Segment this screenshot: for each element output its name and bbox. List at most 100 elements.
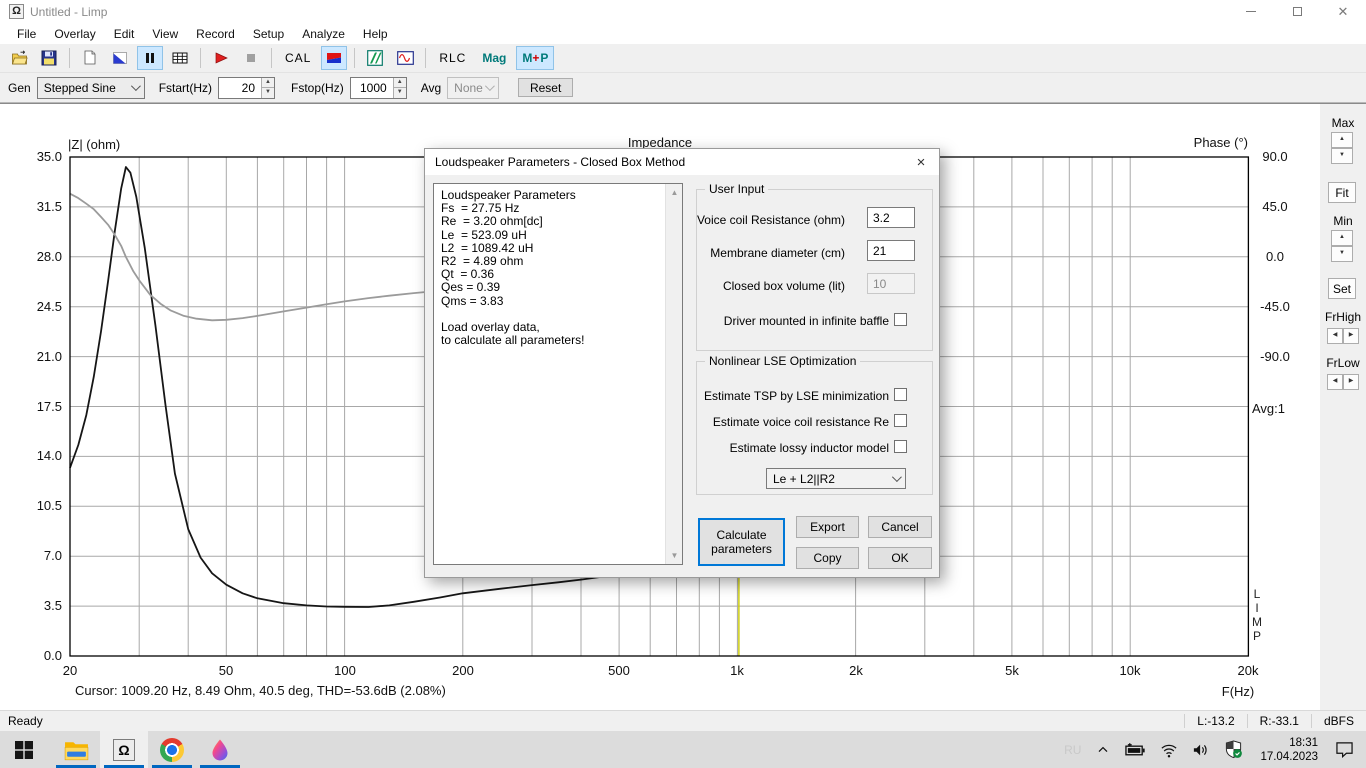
mag-plus-phase-mode-button[interactable]: M + P <box>516 46 555 70</box>
tray-time: 18:31 <box>1289 736 1318 749</box>
voice-coil-resistance-input[interactable]: 3.2 <box>867 207 915 228</box>
menu-help[interactable]: Help <box>354 25 397 43</box>
dialog-close-button[interactable]: × <box>903 149 939 175</box>
table-icon <box>172 52 188 64</box>
y-right-axis-title: Phase (°) <box>1193 135 1248 150</box>
fit-button[interactable]: Fit <box>1328 182 1356 203</box>
spin-down-icon[interactable]: ▼ <box>262 88 275 98</box>
spin-up-icon[interactable]: ▲ <box>262 77 275 88</box>
tray-chevron-button[interactable] <box>1095 742 1111 758</box>
spin-up-icon[interactable]: ▲ <box>393 77 406 88</box>
parameter-results-listbox[interactable]: Loudspeaker Parameters Fs = 27.75 Hz Re … <box>433 183 683 565</box>
taskbar-limp-active[interactable]: Ω <box>100 731 148 768</box>
overlay-manager-button[interactable] <box>362 46 388 70</box>
tray-network[interactable] <box>1160 742 1178 758</box>
new-overlay-icon <box>84 50 96 65</box>
save-button[interactable] <box>36 46 62 70</box>
cancel-button[interactable]: Cancel <box>868 516 932 538</box>
spin-left-icon[interactable]: ◀ <box>1327 374 1343 390</box>
frhigh-spinner[interactable]: ◀ ▶ <box>1327 328 1359 344</box>
estimate-tsp-checkbox[interactable] <box>894 388 907 401</box>
taskbar-chrome[interactable] <box>148 731 196 768</box>
export-label: Export <box>810 520 845 534</box>
fstop-spinner[interactable]: ▲ ▼ <box>392 77 406 98</box>
pause-button[interactable] <box>137 46 163 70</box>
calculate-parameters-button[interactable]: Calculate parameters <box>698 518 785 566</box>
spin-up-icon[interactable]: ▲ <box>1331 230 1353 246</box>
mag-phase-view-button[interactable] <box>321 46 348 70</box>
fstart-spinner[interactable]: ▲ ▼ <box>261 77 275 98</box>
action-center-button[interactable] <box>1335 741 1354 758</box>
spin-right-icon[interactable]: ▶ <box>1343 374 1359 390</box>
spin-down-icon[interactable]: ▼ <box>1331 246 1353 262</box>
fstop-input[interactable]: 1000 ▲ ▼ <box>349 76 407 99</box>
tray-defender[interactable] <box>1224 740 1243 759</box>
menu-view[interactable]: View <box>143 25 187 43</box>
language-indicator[interactable]: RU <box>1064 743 1081 757</box>
taskbar-file-explorer[interactable] <box>52 731 100 768</box>
scroll-down-icon[interactable]: ▼ <box>666 547 683 564</box>
mag-phase-split-icon <box>327 53 342 63</box>
y-right-tick-label: -45.0 <box>1260 299 1290 314</box>
export-button[interactable]: Export <box>796 516 859 538</box>
scroll-up-icon[interactable]: ▲ <box>666 184 683 201</box>
spin-down-icon[interactable]: ▼ <box>1331 148 1353 164</box>
spin-left-icon[interactable]: ◀ <box>1327 328 1343 344</box>
toolbar-separator <box>271 48 272 68</box>
ok-button[interactable]: OK <box>868 547 932 569</box>
open-button[interactable] <box>6 46 32 70</box>
reset-button[interactable]: Reset <box>518 78 574 97</box>
avg-label: Avg <box>420 80 442 95</box>
estimate-lossy-inductor-checkbox[interactable] <box>894 440 907 453</box>
new-overlay-button[interactable] <box>77 46 103 70</box>
minimize-button[interactable] <box>1228 0 1274 23</box>
copy-button[interactable]: Copy <box>796 547 859 569</box>
generator-type-select[interactable]: Stepped Sine <box>36 76 145 99</box>
chevron-down-icon <box>485 81 496 92</box>
menu-file[interactable]: File <box>8 25 45 43</box>
menu-overlay[interactable]: Overlay <box>45 25 104 43</box>
set-button[interactable]: Set <box>1328 278 1356 299</box>
record-stop-button[interactable] <box>238 46 264 70</box>
menu-record[interactable]: Record <box>187 25 244 43</box>
close-button[interactable]: ✕ <box>1320 0 1366 23</box>
y-left-tick-label: 10.5 <box>36 498 62 513</box>
tray-clock[interactable]: 18:31 17.04.2023 <box>1260 736 1318 764</box>
membrane-diameter-input[interactable]: 21 <box>867 240 915 261</box>
inductor-model-value: Le + L2||R2 <box>773 471 835 486</box>
overlay-toggle-button[interactable] <box>107 46 133 70</box>
y-left-tick-label: 24.5 <box>36 299 62 314</box>
table-button[interactable] <box>167 46 193 70</box>
loudspeaker-parameters-dialog: Loudspeaker Parameters - Closed Box Meth… <box>424 148 940 578</box>
menu-setup[interactable]: Setup <box>244 25 293 43</box>
spin-down-icon[interactable]: ▼ <box>393 88 406 98</box>
record-play-button[interactable] <box>208 46 234 70</box>
fstart-input[interactable]: 20 ▲ ▼ <box>218 76 276 99</box>
tray-battery[interactable] <box>1125 742 1146 758</box>
start-button[interactable] <box>0 731 48 768</box>
estimate-re-checkbox[interactable] <box>894 414 907 427</box>
spin-right-icon[interactable]: ▶ <box>1343 328 1359 344</box>
max-label: Max <box>1331 116 1355 130</box>
dialog-title-bar[interactable]: Loudspeaker Parameters - Closed Box Meth… <box>425 149 939 175</box>
menu-edit[interactable]: Edit <box>105 25 144 43</box>
taskbar: Ω RU 18:31 17.04.2023 <box>0 731 1366 768</box>
rlc-button[interactable]: RLC <box>433 46 472 70</box>
sine-generator-icon <box>396 51 414 65</box>
tray-volume[interactable] <box>1192 742 1210 758</box>
magnitude-mode-button[interactable]: Mag <box>476 46 512 70</box>
max-spinner[interactable]: ▲ ▼ <box>1331 132 1353 164</box>
taskbar-paint3d[interactable] <box>196 731 244 768</box>
menu-analyze[interactable]: Analyze <box>293 25 354 43</box>
inductor-model-select[interactable]: Le + L2||R2 <box>766 468 906 489</box>
generator-button[interactable] <box>392 46 418 70</box>
listbox-scrollbar[interactable]: ▲ ▼ <box>665 184 682 564</box>
min-spinner[interactable]: ▲ ▼ <box>1331 230 1353 262</box>
infinite-baffle-checkbox[interactable] <box>894 313 907 326</box>
frlow-spinner[interactable]: ◀ ▶ <box>1327 374 1359 390</box>
spin-up-icon[interactable]: ▲ <box>1331 132 1353 148</box>
calibrate-button[interactable]: CAL <box>279 46 317 70</box>
maximize-button[interactable] <box>1274 0 1320 23</box>
cancel-label: Cancel <box>881 520 919 534</box>
chrome-icon <box>160 737 184 762</box>
